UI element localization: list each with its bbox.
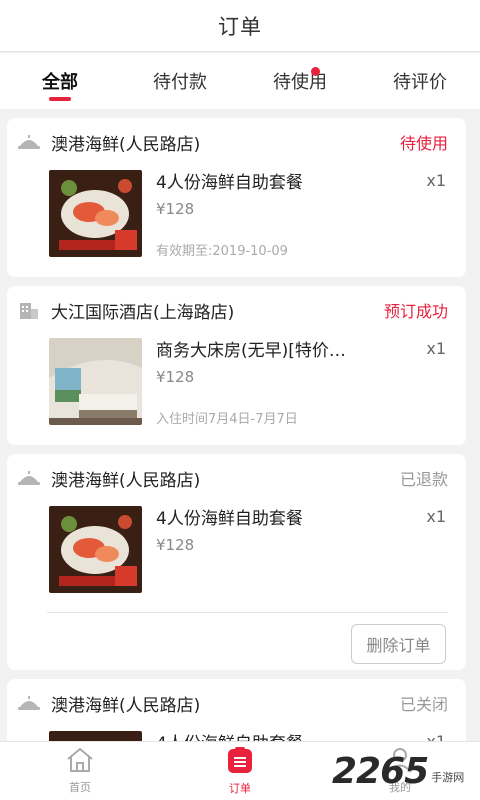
building-icon <box>18 299 40 321</box>
validity-date: 有效期至:2019-10-09 <box>156 244 288 259</box>
order-status: 已退款 <box>399 470 448 489</box>
food-tray-icon <box>18 692 40 714</box>
notification-dot <box>310 67 320 76</box>
seafood-thumbnail[interactable] <box>49 170 142 257</box>
order-status: 已关闭 <box>399 695 448 714</box>
item-title[interactable]: 4人份海鲜自助套餐 <box>156 168 303 193</box>
order-card[interactable]: 澳港海鲜(人民路店) 已退款 4人份海鲜自助套餐 x1 ¥128 删除订单 <box>7 454 466 670</box>
item-quantity: x1 <box>426 339 446 358</box>
order-tabs: 全部 待付款 待使用 待评价 <box>0 53 480 109</box>
seafood-thumbnail[interactable] <box>49 506 142 593</box>
order-card[interactable]: 澳港海鲜(人民路店) 已关闭 4人份海鲜自助套餐 x1 <box>7 679 466 741</box>
home-icon <box>65 747 95 777</box>
page-title-text: 订单 <box>218 14 262 39</box>
item-title[interactable]: 商务大床房(无早)[特价… <box>156 336 346 361</box>
item-price: ¥128 <box>156 368 195 386</box>
nav-home[interactable]: 首页 <box>0 742 160 800</box>
store-name[interactable]: 大江国际酒店(上海路店) <box>51 298 384 323</box>
nav-orders[interactable]: 订单 <box>160 742 320 800</box>
site-watermark: 2265 手游网 <box>332 742 480 800</box>
nav-orders-label: 订单 <box>229 782 251 795</box>
tab-all-label: 全部 <box>42 72 78 93</box>
tab-to-review[interactable]: 待评价 <box>360 53 480 109</box>
order-status: 待使用 <box>399 134 448 153</box>
nav-home-label: 首页 <box>69 781 91 794</box>
food-tray-icon <box>18 467 40 489</box>
order-list[interactable]: 澳港海鲜(人民路店) 待使用 4人份海鲜自助套餐 x1 ¥128 有效期至:20… <box>0 109 480 741</box>
order-card-header: 澳港海鲜(人民路店) 已关闭 <box>7 679 466 727</box>
tab-pending-payment[interactable]: 待付款 <box>120 53 240 109</box>
tab-to-review-label: 待评价 <box>393 72 447 93</box>
order-card[interactable]: 大江国际酒店(上海路店) 预订成功 商务大床房(无早)[特价… x1 ¥128 … <box>7 286 466 445</box>
item-quantity: x1 <box>426 171 446 190</box>
watermark-text: 手游网 <box>431 771 465 784</box>
card-divider <box>47 612 448 613</box>
watermark-number: 2265 <box>332 750 429 792</box>
tab-pending-payment-label: 待付款 <box>153 72 207 93</box>
check-in-dates: 入住时间7月4日-7月7日 <box>156 412 298 427</box>
delete-order-button[interactable]: 删除订单 <box>351 624 446 664</box>
order-card-header: 澳港海鲜(人民路店) 已退款 <box>7 454 466 502</box>
item-quantity: x1 <box>426 507 446 526</box>
store-name[interactable]: 澳港海鲜(人民路店) <box>51 466 400 491</box>
seafood-thumbnail[interactable] <box>49 731 142 741</box>
item-price: ¥128 <box>156 200 195 218</box>
store-name[interactable]: 澳港海鲜(人民路店) <box>51 691 400 716</box>
tab-all[interactable]: 全部 <box>0 53 120 109</box>
store-name[interactable]: 澳港海鲜(人民路店) <box>51 130 400 155</box>
active-tab-indicator <box>49 97 71 101</box>
hotel-room-thumbnail[interactable] <box>49 338 142 425</box>
item-quantity: x1 <box>426 732 446 741</box>
order-card[interactable]: 澳港海鲜(人民路店) 待使用 4人份海鲜自助套餐 x1 ¥128 有效期至:20… <box>7 118 466 277</box>
order-status: 预订成功 <box>383 302 448 321</box>
item-title[interactable]: 4人份海鲜自助套餐 <box>156 504 303 529</box>
page-title: 订单 <box>0 0 480 52</box>
order-list-icon <box>226 746 254 778</box>
tab-to-use[interactable]: 待使用 <box>240 53 360 109</box>
item-title[interactable]: 4人份海鲜自助套餐 <box>156 729 303 741</box>
order-card-header: 澳港海鲜(人民路店) 待使用 <box>7 118 466 166</box>
food-tray-icon <box>18 131 40 153</box>
item-price: ¥128 <box>156 536 195 554</box>
order-card-header: 大江国际酒店(上海路店) 预订成功 <box>7 286 466 334</box>
